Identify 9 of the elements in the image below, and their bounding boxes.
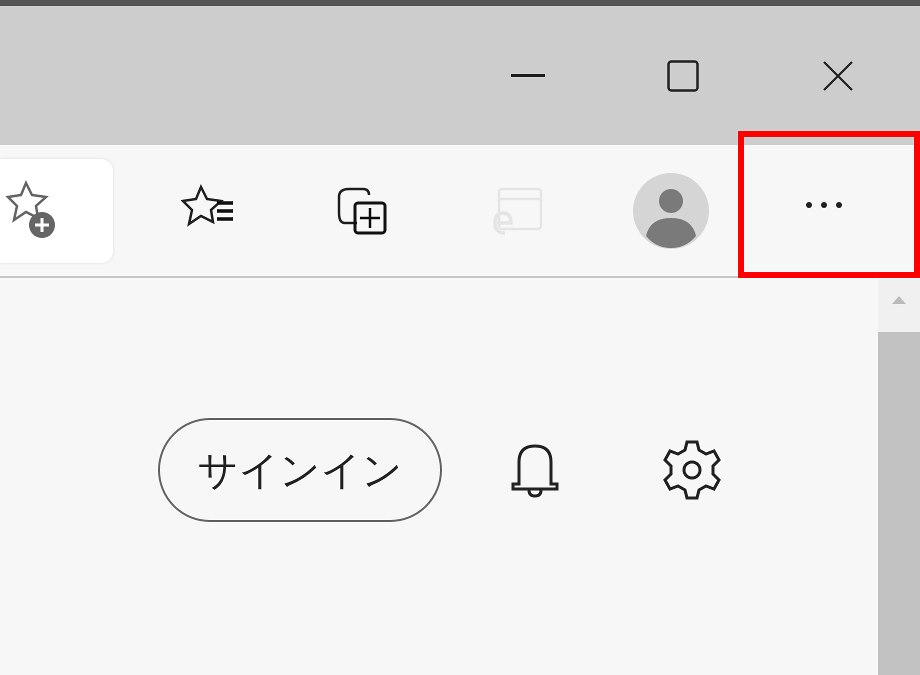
- sign-in-button[interactable]: サインイン: [158, 418, 442, 522]
- maximize-icon: [666, 60, 698, 92]
- scroll-up-icon[interactable]: [892, 296, 906, 304]
- settings-icon[interactable]: [660, 438, 724, 502]
- close-icon: [822, 60, 854, 92]
- address-bar[interactable]: [0, 158, 113, 262]
- minimize-icon: [510, 74, 544, 78]
- more-icon: [804, 200, 844, 208]
- profile-avatar[interactable]: [632, 172, 710, 250]
